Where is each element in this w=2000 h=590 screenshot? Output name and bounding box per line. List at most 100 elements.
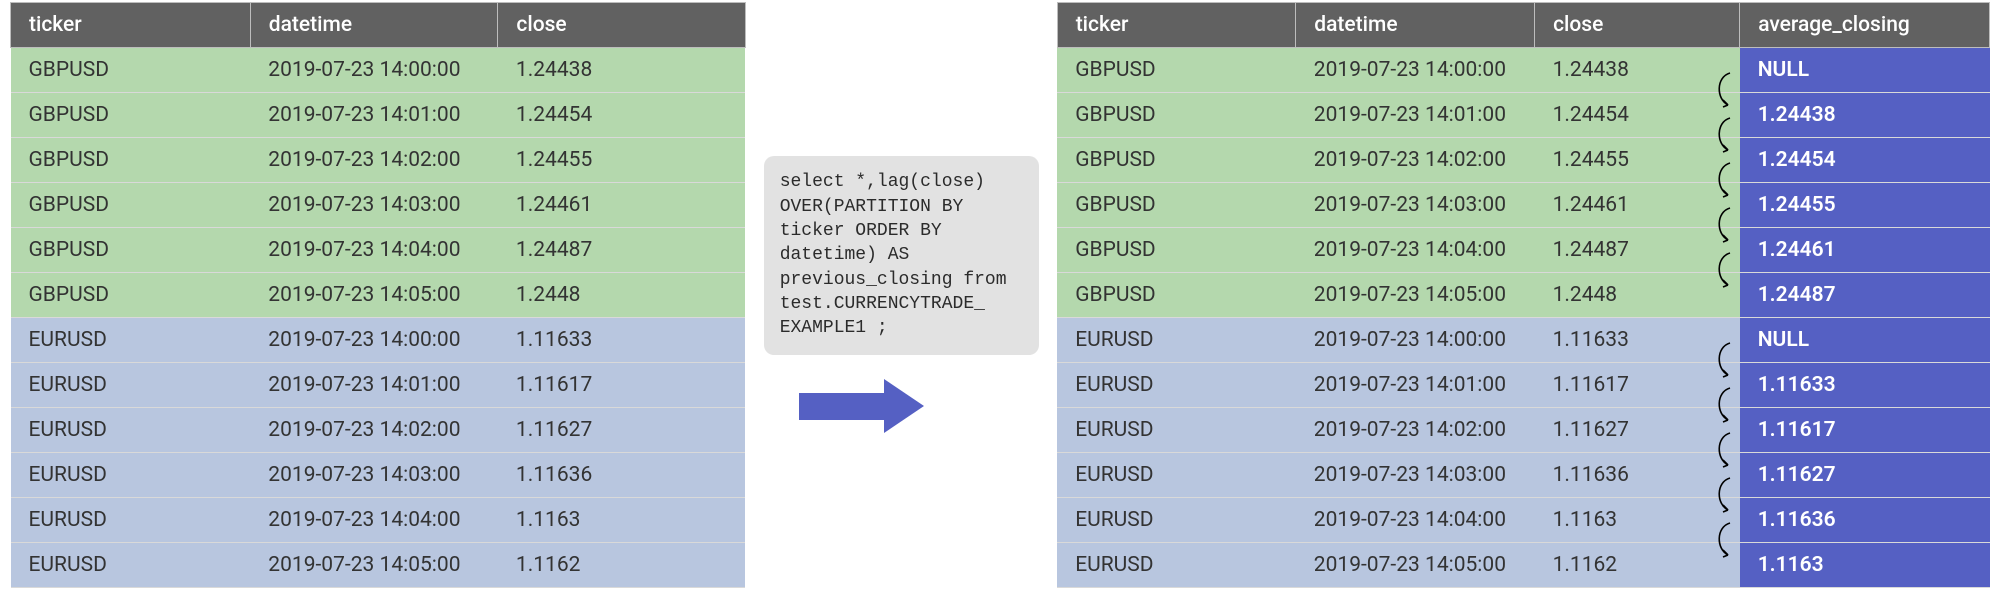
cell-datetime: 2019-07-23 14:04:00	[250, 498, 498, 543]
cell-ticker: GBPUSD	[1057, 138, 1296, 183]
cell-datetime: 2019-07-23 14:04:00	[1296, 498, 1535, 543]
cell-datetime: 2019-07-23 14:00:00	[250, 48, 498, 93]
cell-ticker: GBPUSD	[1057, 48, 1296, 93]
table-row: GBPUSD2019-07-23 14:01:001.24454 1.24438	[1057, 93, 1989, 138]
output-table-header: ticker datetime close average_closing	[1057, 3, 1989, 48]
cell-close: 1.11627	[1535, 408, 1740, 453]
table-row: GBPUSD2019-07-23 14:03:001.24461 1.24455	[1057, 183, 1989, 228]
cell-close: 1.1163	[498, 498, 745, 543]
cell-datetime: 2019-07-23 14:03:00	[1296, 183, 1535, 228]
cell-close: 1.2448	[498, 273, 745, 318]
cell-close: 1.24455	[498, 138, 745, 183]
cell-avg: 1.24438	[1740, 93, 1990, 138]
input-table-header: ticker datetime close	[11, 3, 746, 48]
cell-ticker: GBPUSD	[1057, 93, 1296, 138]
cell-close: 1.2448	[1535, 273, 1740, 318]
cell-datetime: 2019-07-23 14:02:00	[1296, 408, 1535, 453]
cell-datetime: 2019-07-23 14:05:00	[250, 273, 498, 318]
cell-datetime: 2019-07-23 14:04:00	[250, 228, 498, 273]
cell-avg: 1.11633	[1740, 363, 1990, 408]
cell-avg: NULL	[1740, 48, 1990, 93]
cell-ticker: GBPUSD	[11, 228, 251, 273]
col-header-ticker: ticker	[1057, 3, 1296, 48]
table-row: GBPUSD2019-07-23 14:04:001.24487	[11, 228, 746, 273]
cell-ticker: EURUSD	[1057, 363, 1296, 408]
cell-datetime: 2019-07-23 14:03:00	[1296, 453, 1535, 498]
cell-avg: 1.11627	[1740, 453, 1990, 498]
cell-datetime: 2019-07-23 14:05:00	[1296, 543, 1535, 588]
cell-close: 1.24438	[498, 48, 745, 93]
cell-avg: NULL	[1740, 318, 1990, 363]
cell-avg: 1.11617	[1740, 408, 1990, 453]
table-row: EURUSD2019-07-23 14:00:001.11633	[11, 318, 746, 363]
cell-datetime: 2019-07-23 14:02:00	[1296, 138, 1535, 183]
col-header-avg: average_closing	[1740, 3, 1990, 48]
table-row: GBPUSD2019-07-23 14:05:001.2448	[11, 273, 746, 318]
cell-close: 1.11633	[1535, 318, 1740, 363]
cell-close: 1.1163	[1535, 498, 1740, 543]
cell-ticker: GBPUSD	[11, 93, 251, 138]
cell-ticker: EURUSD	[11, 318, 251, 363]
cell-datetime: 2019-07-23 14:02:00	[250, 408, 498, 453]
cell-datetime: 2019-07-23 14:00:00	[1296, 318, 1535, 363]
transform-column: select *,lag(close) OVER(PARTITION BY ti…	[764, 156, 1039, 433]
cell-ticker: EURUSD	[11, 543, 251, 588]
col-header-ticker: ticker	[11, 3, 251, 48]
col-header-close: close	[498, 3, 745, 48]
table-row: GBPUSD2019-07-23 14:02:001.24455	[11, 138, 746, 183]
table-row: GBPUSD2019-07-23 14:04:001.24487 1.24461	[1057, 228, 1989, 273]
cell-close: 1.24487	[1535, 228, 1740, 273]
cell-avg: 1.24454	[1740, 138, 1990, 183]
cell-datetime: 2019-07-23 14:00:00	[250, 318, 498, 363]
cell-ticker: GBPUSD	[11, 183, 251, 228]
table-row: GBPUSD2019-07-23 14:03:001.24461	[11, 183, 746, 228]
cell-avg: 1.11636	[1740, 498, 1990, 543]
table-row: EURUSD2019-07-23 14:03:001.11636	[11, 453, 746, 498]
cell-ticker: GBPUSD	[11, 138, 251, 183]
table-row: EURUSD2019-07-23 14:04:001.1163 1.11636	[1057, 498, 1989, 543]
cell-close: 1.24461	[1535, 183, 1740, 228]
cell-avg: 1.24455	[1740, 183, 1990, 228]
table-row: EURUSD2019-07-23 14:05:001.1162	[11, 543, 746, 588]
cell-avg: 1.24487	[1740, 273, 1990, 318]
cell-datetime: 2019-07-23 14:01:00	[1296, 363, 1535, 408]
cell-datetime: 2019-07-23 14:03:00	[250, 453, 498, 498]
arrow-icon	[799, 379, 929, 434]
cell-close: 1.24438	[1535, 48, 1740, 93]
cell-datetime: 2019-07-23 14:01:00	[1296, 93, 1535, 138]
cell-ticker: EURUSD	[1057, 318, 1296, 363]
table-row: GBPUSD2019-07-23 14:02:001.24455 1.24454	[1057, 138, 1989, 183]
cell-close: 1.11636	[1535, 453, 1740, 498]
output-table: ticker datetime close average_closing GB…	[1057, 2, 1990, 588]
cell-ticker: GBPUSD	[11, 273, 251, 318]
table-row: EURUSD2019-07-23 14:02:001.11627 1.11617	[1057, 408, 1989, 453]
cell-datetime: 2019-07-23 14:05:00	[1296, 273, 1535, 318]
cell-datetime: 2019-07-23 14:02:00	[250, 138, 498, 183]
table-row: GBPUSD2019-07-23 14:00:001.24438NULL	[1057, 48, 1989, 93]
table-row: EURUSD2019-07-23 14:00:001.11633NULL	[1057, 318, 1989, 363]
cell-ticker: GBPUSD	[1057, 228, 1296, 273]
col-header-datetime: datetime	[1296, 3, 1535, 48]
cell-close: 1.24487	[498, 228, 745, 273]
cell-datetime: 2019-07-23 14:01:00	[250, 93, 498, 138]
table-row: GBPUSD2019-07-23 14:00:001.24438	[11, 48, 746, 93]
cell-close: 1.24461	[498, 183, 745, 228]
cell-ticker: GBPUSD	[11, 48, 251, 93]
table-row: GBPUSD2019-07-23 14:01:001.24454	[11, 93, 746, 138]
cell-close: 1.11633	[498, 318, 745, 363]
input-table: ticker datetime close GBPUSD2019-07-23 1…	[10, 2, 746, 588]
sql-query-box: select *,lag(close) OVER(PARTITION BY ti…	[764, 156, 1039, 354]
cell-ticker: EURUSD	[1057, 453, 1296, 498]
table-row: EURUSD2019-07-23 14:04:001.1163	[11, 498, 746, 543]
table-row: EURUSD2019-07-23 14:01:001.11617 1.11633	[1057, 363, 1989, 408]
table-row: EURUSD2019-07-23 14:01:001.11617	[11, 363, 746, 408]
cell-avg: 1.24461	[1740, 228, 1990, 273]
cell-close: 1.24454	[1535, 93, 1740, 138]
cell-ticker: EURUSD	[1057, 543, 1296, 588]
table-row: EURUSD2019-07-23 14:02:001.11627	[11, 408, 746, 453]
cell-close: 1.24454	[498, 93, 745, 138]
cell-avg: 1.1163	[1740, 543, 1990, 588]
cell-close: 1.11617	[1535, 363, 1740, 408]
cell-ticker: EURUSD	[11, 498, 251, 543]
cell-ticker: EURUSD	[1057, 408, 1296, 453]
